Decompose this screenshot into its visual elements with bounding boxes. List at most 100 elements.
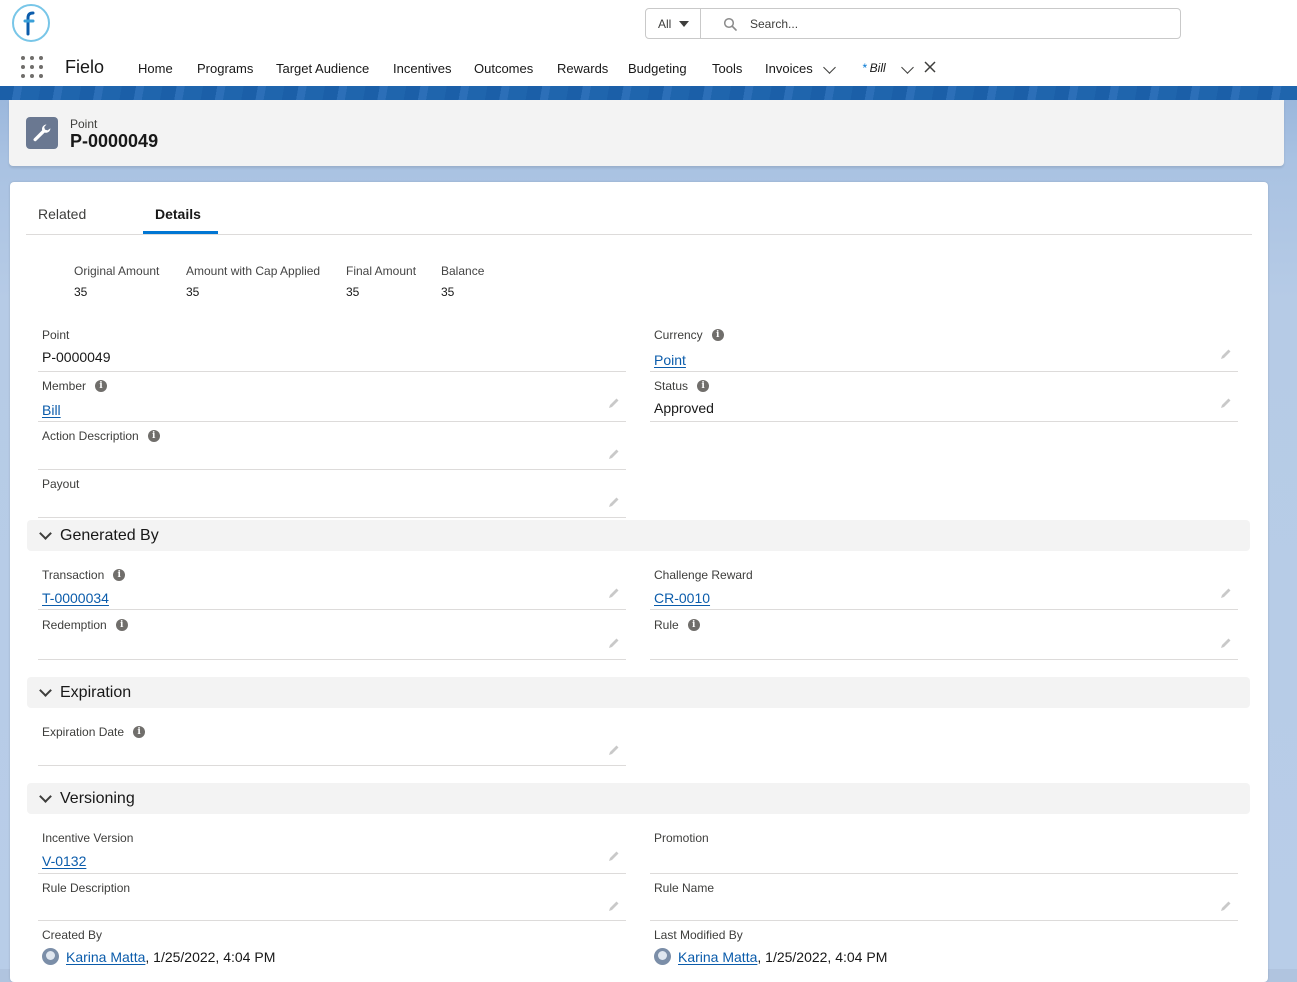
pencil-icon[interactable] — [1220, 587, 1232, 599]
last-modified-by-value: Karina Matta, 1/25/2022, 4:04 PM — [654, 948, 887, 965]
nav-item-programs[interactable]: Programs — [197, 61, 253, 76]
tab-chevron-down-icon[interactable] — [901, 61, 914, 74]
info-icon[interactable]: i — [687, 619, 700, 631]
nav-item-tools[interactable]: Tools — [712, 61, 742, 76]
user-avatar-icon — [42, 948, 59, 965]
tab-details[interactable]: Details — [155, 206, 201, 222]
field-label-text: Currency — [654, 328, 703, 342]
section-title: Versioning — [60, 790, 135, 807]
field-label: Point — [42, 328, 70, 342]
field-expiration-date: Expiration Date i — [38, 725, 626, 766]
nav-item-home[interactable]: Home — [138, 61, 173, 76]
field-label: Rule Name — [654, 881, 715, 895]
highlight-original-amount: Original Amount 35 — [74, 264, 159, 299]
info-icon[interactable]: i — [697, 380, 710, 392]
fielo-logo[interactable] — [12, 4, 50, 42]
section-title: Generated By — [60, 527, 159, 544]
global-header: All — [0, 0, 1297, 50]
highlight-label: Amount with Cap Applied — [186, 264, 321, 278]
navigation-bar: Fielo Home Programs Target Audience Ince… — [0, 50, 1297, 86]
highlight-label: Original Amount — [74, 264, 160, 278]
nav-item-target-audience[interactable]: Target Audience — [276, 61, 369, 76]
field-label: Last Modified By — [654, 928, 743, 942]
incentive-version-link[interactable]: V-0132 — [42, 853, 86, 869]
field-label: Redemption i — [42, 618, 128, 632]
field-label-text: Rule — [654, 618, 679, 632]
record-header: Point P-0000049 — [9, 100, 1284, 166]
info-icon[interactable]: i — [113, 569, 126, 581]
field-rule-name: Rule Name — [650, 881, 1238, 921]
wrench-icon — [26, 117, 58, 149]
nav-item-incentives[interactable]: Incentives — [393, 61, 452, 76]
pencil-icon[interactable] — [608, 900, 620, 912]
pencil-icon[interactable] — [608, 637, 620, 649]
active-tab-indicator — [143, 231, 218, 234]
pencil-icon[interactable] — [1220, 348, 1232, 360]
pencil-icon[interactable] — [608, 448, 620, 460]
field-challenge-reward: Challenge Reward CR-0010 — [650, 568, 1238, 610]
highlight-value: 35 — [74, 285, 88, 299]
record-type: Point — [70, 117, 98, 131]
nav-item-outcomes[interactable]: Outcomes — [474, 61, 533, 76]
field-label-text: Action Description — [42, 429, 139, 443]
pencil-icon[interactable] — [1220, 397, 1232, 409]
info-icon[interactable]: i — [95, 380, 108, 392]
field-status: Status i Approved — [650, 379, 1238, 422]
pencil-icon[interactable] — [1220, 900, 1232, 912]
pencil-icon[interactable] — [1220, 637, 1232, 649]
highlight-label: Final Amount — [346, 264, 417, 278]
info-icon[interactable]: i — [115, 619, 128, 631]
nav-item-invoices[interactable]: Invoices — [765, 61, 813, 76]
info-icon[interactable]: i — [133, 726, 146, 738]
field-value: P-0000049 — [42, 349, 111, 365]
member-link[interactable]: Bill — [42, 402, 61, 418]
field-label: Rule i — [654, 618, 700, 632]
field-label-text: Redemption — [42, 618, 107, 632]
created-by-user-link[interactable]: Karina Matta — [66, 949, 145, 965]
field-redemption: Redemption i — [38, 618, 626, 660]
global-search: All — [645, 8, 1181, 39]
highlight-value: 35 — [441, 285, 455, 299]
nav-item-budgeting[interactable]: Budgeting — [628, 61, 687, 76]
section-versioning[interactable]: Versioning — [27, 783, 1250, 814]
pencil-icon[interactable] — [608, 397, 620, 409]
field-label-text: Expiration Date — [42, 725, 125, 739]
pencil-icon[interactable] — [608, 850, 620, 862]
nav-tab-bill[interactable]: * Bill — [862, 61, 886, 75]
field-label-text: Status — [654, 379, 689, 393]
section-expiration[interactable]: Expiration — [27, 677, 1250, 708]
search-input[interactable] — [748, 13, 1152, 35]
chevron-down-icon — [39, 790, 52, 803]
info-icon[interactable]: i — [711, 329, 724, 341]
section-generated-by[interactable]: Generated By — [27, 520, 1250, 551]
app-launcher-icon[interactable] — [21, 56, 43, 78]
search-scope-select[interactable]: All — [646, 9, 701, 38]
challenge-reward-link[interactable]: CR-0010 — [654, 590, 710, 606]
field-action-description: Action Description i — [38, 429, 626, 470]
field-label: Expiration Date i — [42, 725, 146, 739]
nav-tab-bill-label: Bill — [869, 61, 886, 75]
created-by-value: Karina Matta, 1/25/2022, 4:04 PM — [42, 948, 275, 965]
field-member: Member i Bill — [38, 379, 626, 422]
field-last-modified-by: Last Modified By Karina Matta, 1/25/2022… — [650, 928, 1238, 970]
info-icon[interactable]: i — [147, 430, 160, 442]
currency-link[interactable]: Point — [654, 352, 686, 368]
pencil-icon[interactable] — [608, 587, 620, 599]
nav-item-rewards[interactable]: Rewards — [557, 61, 608, 76]
highlight-value: 35 — [186, 285, 200, 299]
field-label: Created By — [42, 928, 103, 942]
tab-related[interactable]: Related — [38, 206, 86, 222]
last-modified-by-user-link[interactable]: Karina Matta — [678, 949, 757, 965]
field-label: Transaction i — [42, 568, 126, 582]
app-name: Fielo — [65, 57, 105, 77]
field-label: Member i — [42, 379, 108, 393]
pencil-icon[interactable] — [608, 496, 620, 508]
pencil-icon[interactable] — [608, 744, 620, 756]
last-modified-by-date: , 1/25/2022, 4:04 PM — [757, 948, 888, 965]
close-tab-icon[interactable] — [924, 61, 936, 73]
transaction-link[interactable]: T-0000034 — [42, 590, 109, 606]
field-value: Approved — [654, 400, 714, 416]
invoices-chevron-down-icon[interactable] — [823, 61, 836, 74]
field-rule-description: Rule Description — [38, 881, 626, 921]
field-label: Promotion — [654, 831, 709, 845]
